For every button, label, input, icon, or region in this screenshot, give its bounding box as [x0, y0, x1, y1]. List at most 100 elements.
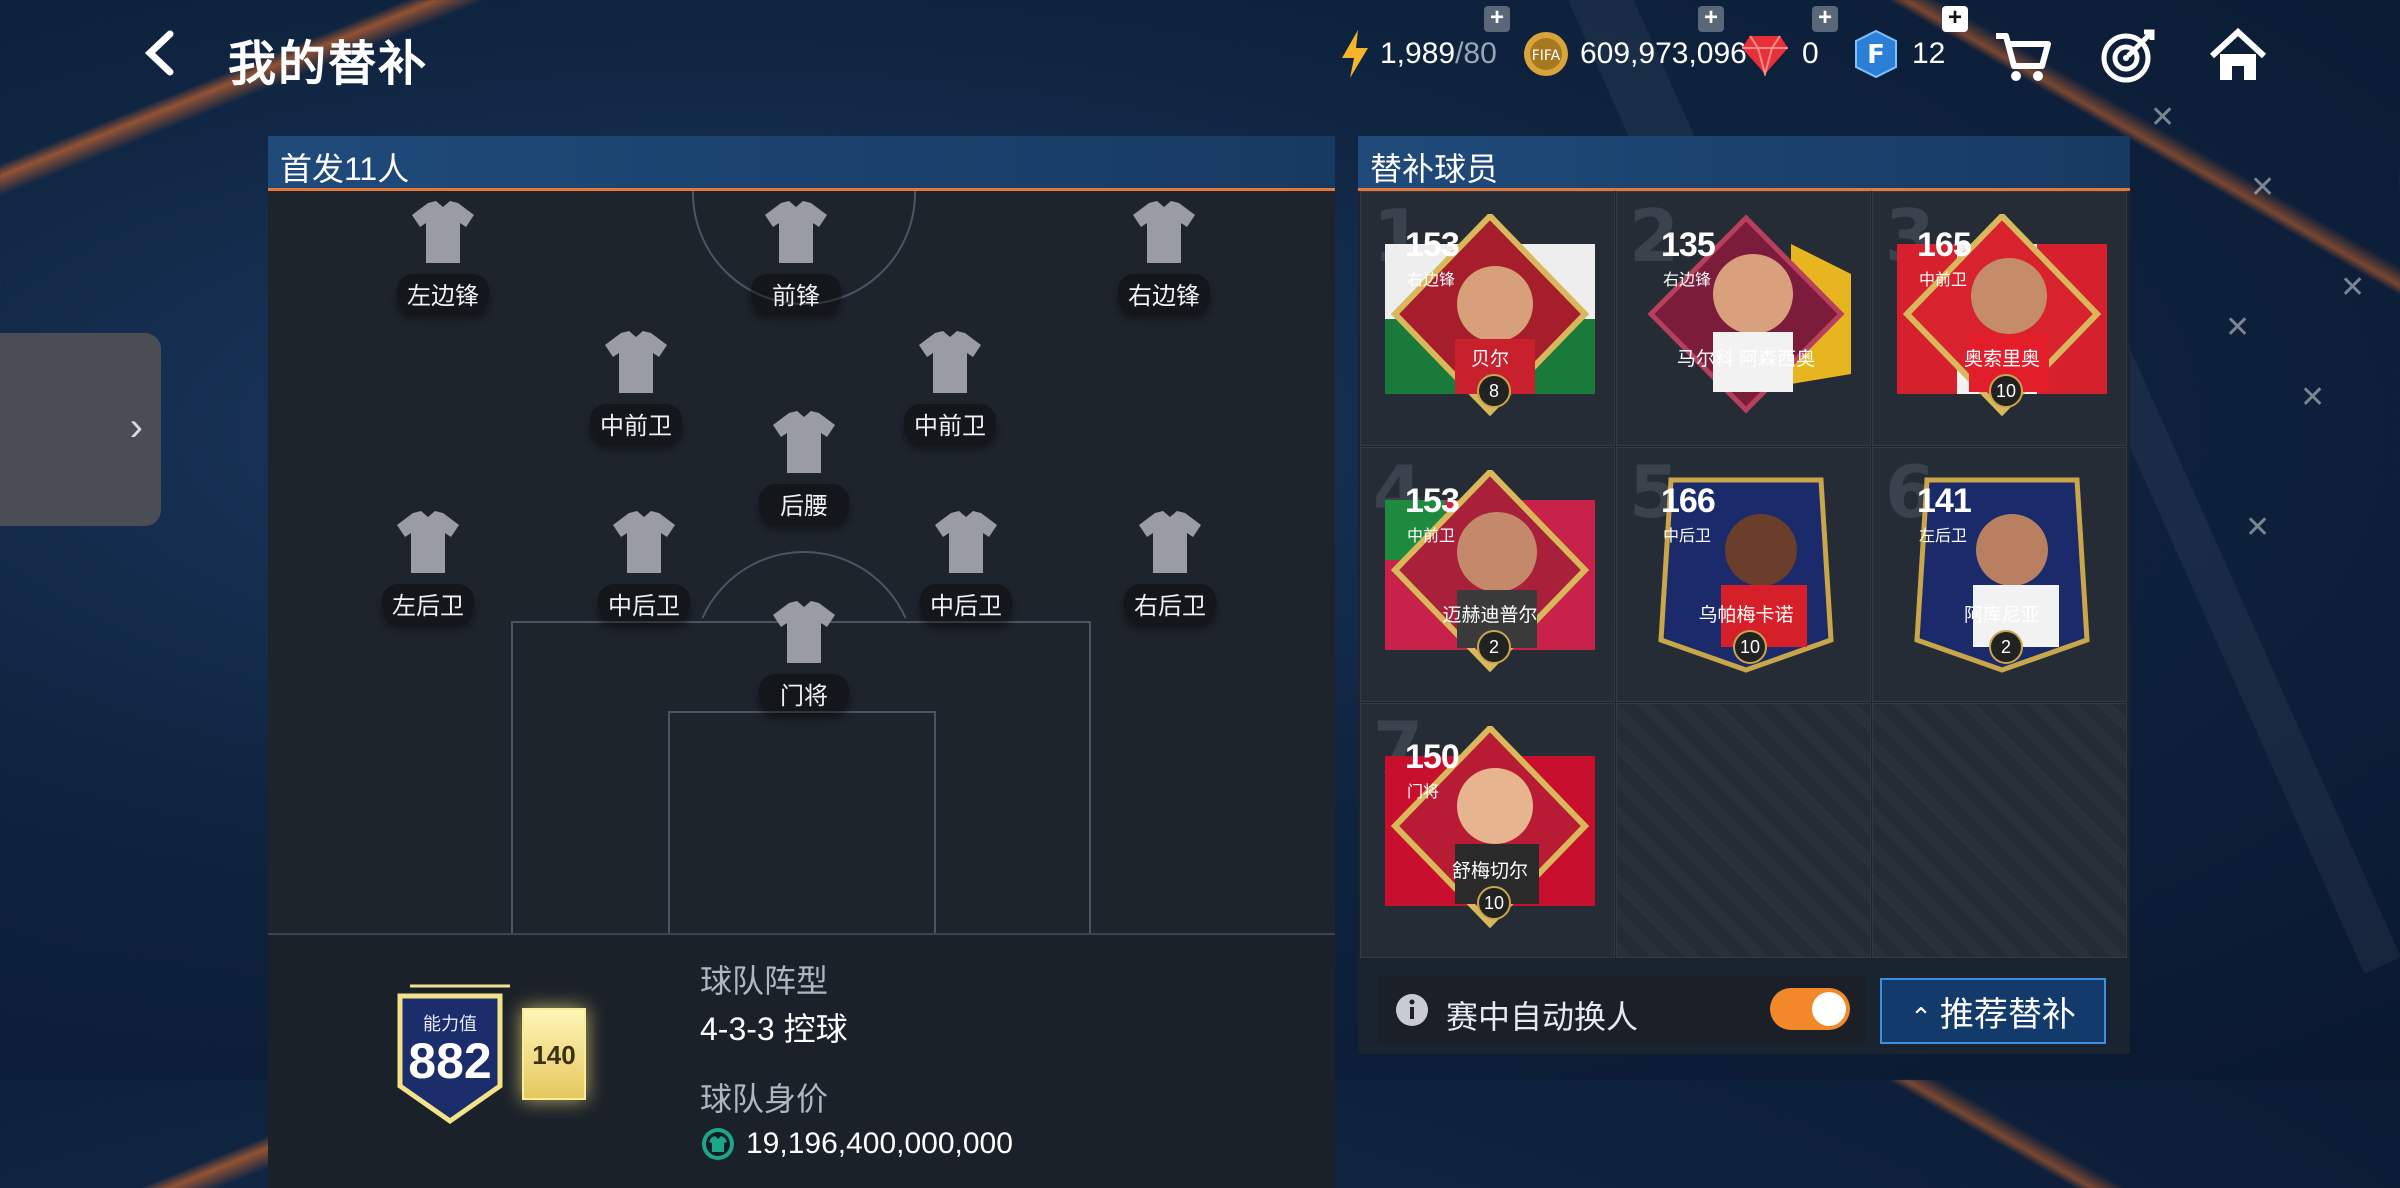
- cart-icon: [1996, 33, 2051, 81]
- formation-slot[interactable]: 中后卫: [584, 509, 704, 629]
- objectives-button[interactable]: [2098, 26, 2158, 86]
- player-name: 奥索里奥: [1963, 349, 2040, 370]
- sub-slot[interactable]: 2 135 右边锋 马尔科 阿森西奥: [1616, 191, 1871, 446]
- jersey-icon: [919, 331, 981, 393]
- bg-cross: ✕: [2300, 381, 2326, 414]
- formation-slot[interactable]: 左边锋: [383, 199, 503, 319]
- fifa-points-display[interactable]: F 12 +: [1852, 6, 1968, 80]
- target-icon: [2101, 29, 2155, 83]
- player-position: 中前卫: [1919, 272, 1968, 289]
- empty-sub-slot[interactable]: [1872, 703, 2127, 958]
- energy-display[interactable]: 1,989/80 +: [1338, 6, 1510, 80]
- sub-slot[interactable]: 5 166 中后卫 乌帕梅卡诺 10: [1616, 447, 1871, 702]
- player-card[interactable]: 166 中后卫 乌帕梅卡诺 10: [1641, 470, 1851, 680]
- starters-panel-header: 首发11人: [268, 136, 1335, 191]
- player-card[interactable]: 150 门将 舒梅切尔 10: [1385, 723, 1595, 936]
- recommend-subs-label: 推荐替补: [1939, 995, 2076, 1034]
- ovr-sub-badge: 140: [522, 1008, 586, 1100]
- position-label: 中后卫: [598, 584, 690, 623]
- position-label: 中后卫: [920, 584, 1012, 623]
- gem-icon: [1742, 35, 1788, 76]
- team-info: 能力值 882 140 球队阵型 4-3-3 控球 球队身价 19,196,40…: [268, 936, 1335, 1188]
- store-button[interactable]: [1992, 26, 2052, 86]
- jersey-icon: [1133, 201, 1195, 263]
- info-icon[interactable]: [1394, 992, 1430, 1028]
- add-gems-button[interactable]: +: [1812, 6, 1838, 32]
- position-label: 中前卫: [590, 404, 682, 443]
- formation-slot[interactable]: 后腰: [744, 409, 864, 529]
- formation-slot[interactable]: 中前卫: [576, 329, 696, 449]
- player-rating: 135: [1661, 226, 1716, 264]
- player-position: 中前卫: [1407, 528, 1456, 545]
- player-rating: 150: [1405, 738, 1460, 776]
- add-energy-button[interactable]: +: [1484, 6, 1510, 32]
- player-position: 右边锋: [1663, 272, 1712, 289]
- page-title: 我的替补: [228, 38, 429, 91]
- jersey-icon: [1139, 511, 1201, 573]
- player-rating: 141: [1917, 482, 1972, 520]
- player-rating: 166: [1661, 482, 1716, 520]
- jersey-icon: [397, 511, 459, 573]
- team-ovr-badge: 能力值 882: [380, 976, 530, 1126]
- team-value-row: 19,196,400,000,000: [700, 1126, 1013, 1162]
- player-card[interactable]: 153 中前卫 迈赫迪普尔 2: [1385, 467, 1595, 680]
- sub-slot[interactable]: 6 141 左后卫 阿库尼亚 2: [1872, 447, 2127, 702]
- player-name: 迈赫迪普尔: [1442, 605, 1538, 626]
- formation-value: 4-3-3 控球: [700, 1011, 848, 1047]
- subs-panel: 替补球员 1 153 右边锋 贝尔 8 2 135 右边锋 马尔科 阿森西奥 3…: [1358, 136, 2130, 1054]
- upgrade-level: 2: [1989, 630, 2023, 664]
- starters-title: 首发11人: [280, 151, 410, 187]
- position-label: 右后卫: [1124, 584, 1216, 623]
- formation-slot[interactable]: 右后卫: [1110, 509, 1230, 629]
- gems-display[interactable]: 0 +: [1740, 6, 1838, 80]
- home-button[interactable]: [2208, 26, 2268, 86]
- subs-grid: 1 153 右边锋 贝尔 8 2 135 右边锋 马尔科 阿森西奥 3 165 …: [1360, 191, 2130, 961]
- formation-slot[interactable]: 门将: [744, 599, 864, 719]
- svg-text:F: F: [1867, 40, 1885, 70]
- player-name: 舒梅切尔: [1451, 861, 1528, 882]
- svg-text:FIFA: FIFA: [1532, 48, 1561, 64]
- formation-slot[interactable]: 中前卫: [890, 329, 1010, 449]
- add-coins-button[interactable]: +: [1698, 6, 1724, 32]
- jersey-icon: [935, 511, 997, 573]
- back-button[interactable]: [140, 28, 180, 78]
- player-card[interactable]: 135 右边锋 马尔科 阿森西奥: [1641, 214, 1851, 424]
- subs-title: 替补球员: [1370, 151, 1499, 187]
- jersey-icon: [412, 201, 474, 263]
- player-card[interactable]: 165 中前卫 奥索里奥 10: [1897, 211, 2107, 424]
- auto-sub-toggle[interactable]: [1770, 988, 1850, 1030]
- sub-slot[interactable]: 4 153 中前卫 迈赫迪普尔 2: [1360, 447, 1615, 702]
- side-expand-tab[interactable]: ›: [0, 333, 161, 526]
- bg-cross: ✕: [2245, 511, 2271, 544]
- player-name: 马尔科 阿森西奥: [1676, 349, 1816, 370]
- gems-value: 0: [1802, 37, 1819, 70]
- position-label: 右边锋: [1118, 274, 1210, 313]
- upgrade-level: 10: [1989, 374, 2023, 408]
- recommend-subs-button[interactable]: ⌃ 推荐替补: [1880, 978, 2106, 1044]
- empty-sub-slot[interactable]: [1616, 703, 1871, 958]
- coin-icon: FIFA: [1524, 32, 1568, 76]
- team-value-label: 球队身价: [700, 1081, 829, 1117]
- sub-slot[interactable]: 3 165 中前卫 奥索里奥 10: [1872, 191, 2127, 446]
- jersey-coin-icon: [702, 1128, 734, 1160]
- upgrade-level: 10: [1477, 886, 1511, 920]
- player-card[interactable]: 141 左后卫 阿库尼亚 2: [1897, 470, 2107, 680]
- sub-slot[interactable]: 1 153 右边锋 贝尔 8: [1360, 191, 1615, 446]
- player-name: 贝尔: [1470, 349, 1509, 370]
- sub-slot[interactable]: 7 150 门将 舒梅切尔 10: [1360, 703, 1615, 958]
- formation-slot[interactable]: 前锋: [736, 199, 856, 319]
- formation-slot[interactable]: 中后卫: [906, 509, 1026, 629]
- player-name: 阿库尼亚: [1963, 605, 2040, 626]
- coins-display[interactable]: FIFA 609,973,096 +: [1522, 6, 1747, 80]
- ovr-value: 882: [408, 1033, 492, 1089]
- formation-slot[interactable]: 右边锋: [1104, 199, 1224, 319]
- double-chevron-up-icon: ⌃: [1910, 1001, 1932, 1032]
- player-position: 门将: [1407, 784, 1440, 801]
- top-bar: 我的替补 1,989/80 + FIFA 609,973,096 + 0 + F…: [0, 0, 2400, 110]
- formation-slot[interactable]: 左后卫: [368, 509, 488, 629]
- upgrade-level: 10: [1733, 630, 1767, 664]
- auto-sub-row: 赛中自动换人: [1378, 976, 1866, 1044]
- player-position: 右边锋: [1407, 272, 1456, 289]
- add-fifa-points-button[interactable]: +: [1942, 6, 1968, 32]
- player-card[interactable]: 153 右边锋 贝尔 8: [1385, 211, 1595, 424]
